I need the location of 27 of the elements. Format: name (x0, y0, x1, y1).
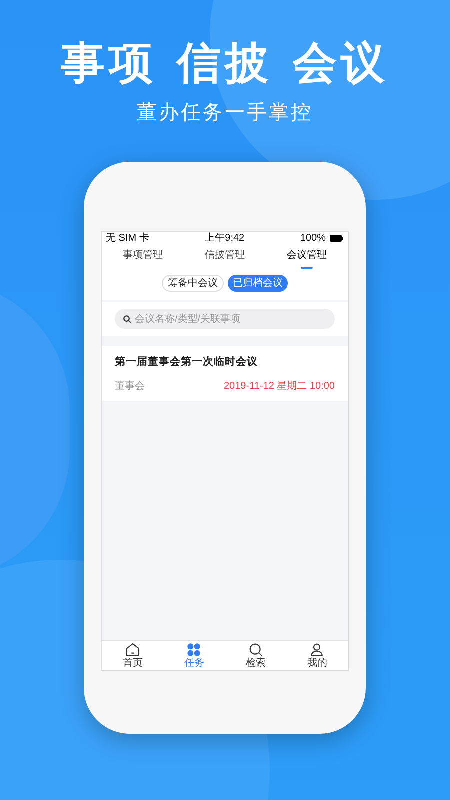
nav-item[interactable]: 我的 (297, 642, 338, 669)
carrier-text: 无 SIM 卡 (106, 234, 150, 244)
tab[interactable]: 会议管理 (287, 249, 327, 275)
headline-word: 会议 (293, 38, 389, 90)
nav-item[interactable]: 检索 (236, 642, 276, 669)
grid-icon (186, 642, 202, 658)
home-icon (124, 642, 141, 658)
meeting-title: 第一届董事会第一次临时会议 (115, 355, 259, 370)
tab[interactable]: 事项管理 (123, 249, 163, 275)
search-icon (123, 314, 132, 324)
search-field[interactable]: 会议名称/类型/关联事项 (115, 309, 335, 329)
headline-word: 信披 (177, 38, 273, 90)
meeting-time: 2019-11-12 星期二 10:00 (224, 380, 335, 394)
clock-text: 上午9:42 (205, 234, 245, 244)
user-icon (309, 642, 326, 658)
tab[interactable]: 信披管理 (205, 249, 245, 275)
meeting-card[interactable]: 第一届董事会第一次临时会议 董事会 2019-11-12 星期二 10:00 (102, 346, 348, 401)
segment-button[interactable]: 筹备中会议 (162, 275, 224, 292)
nav-item[interactable]: 任务 (174, 642, 214, 669)
battery-text: 100% (300, 234, 326, 244)
nav-item[interactable]: 首页 (112, 642, 153, 669)
search-icon (248, 642, 264, 658)
battery-icon (330, 235, 344, 242)
subtitle: 董办任务一手掌控 (137, 101, 313, 126)
segment-button[interactable]: 已归档会议 (228, 275, 288, 292)
headline-word: 事项 (61, 38, 157, 90)
meeting-type: 董事会 (115, 380, 145, 394)
